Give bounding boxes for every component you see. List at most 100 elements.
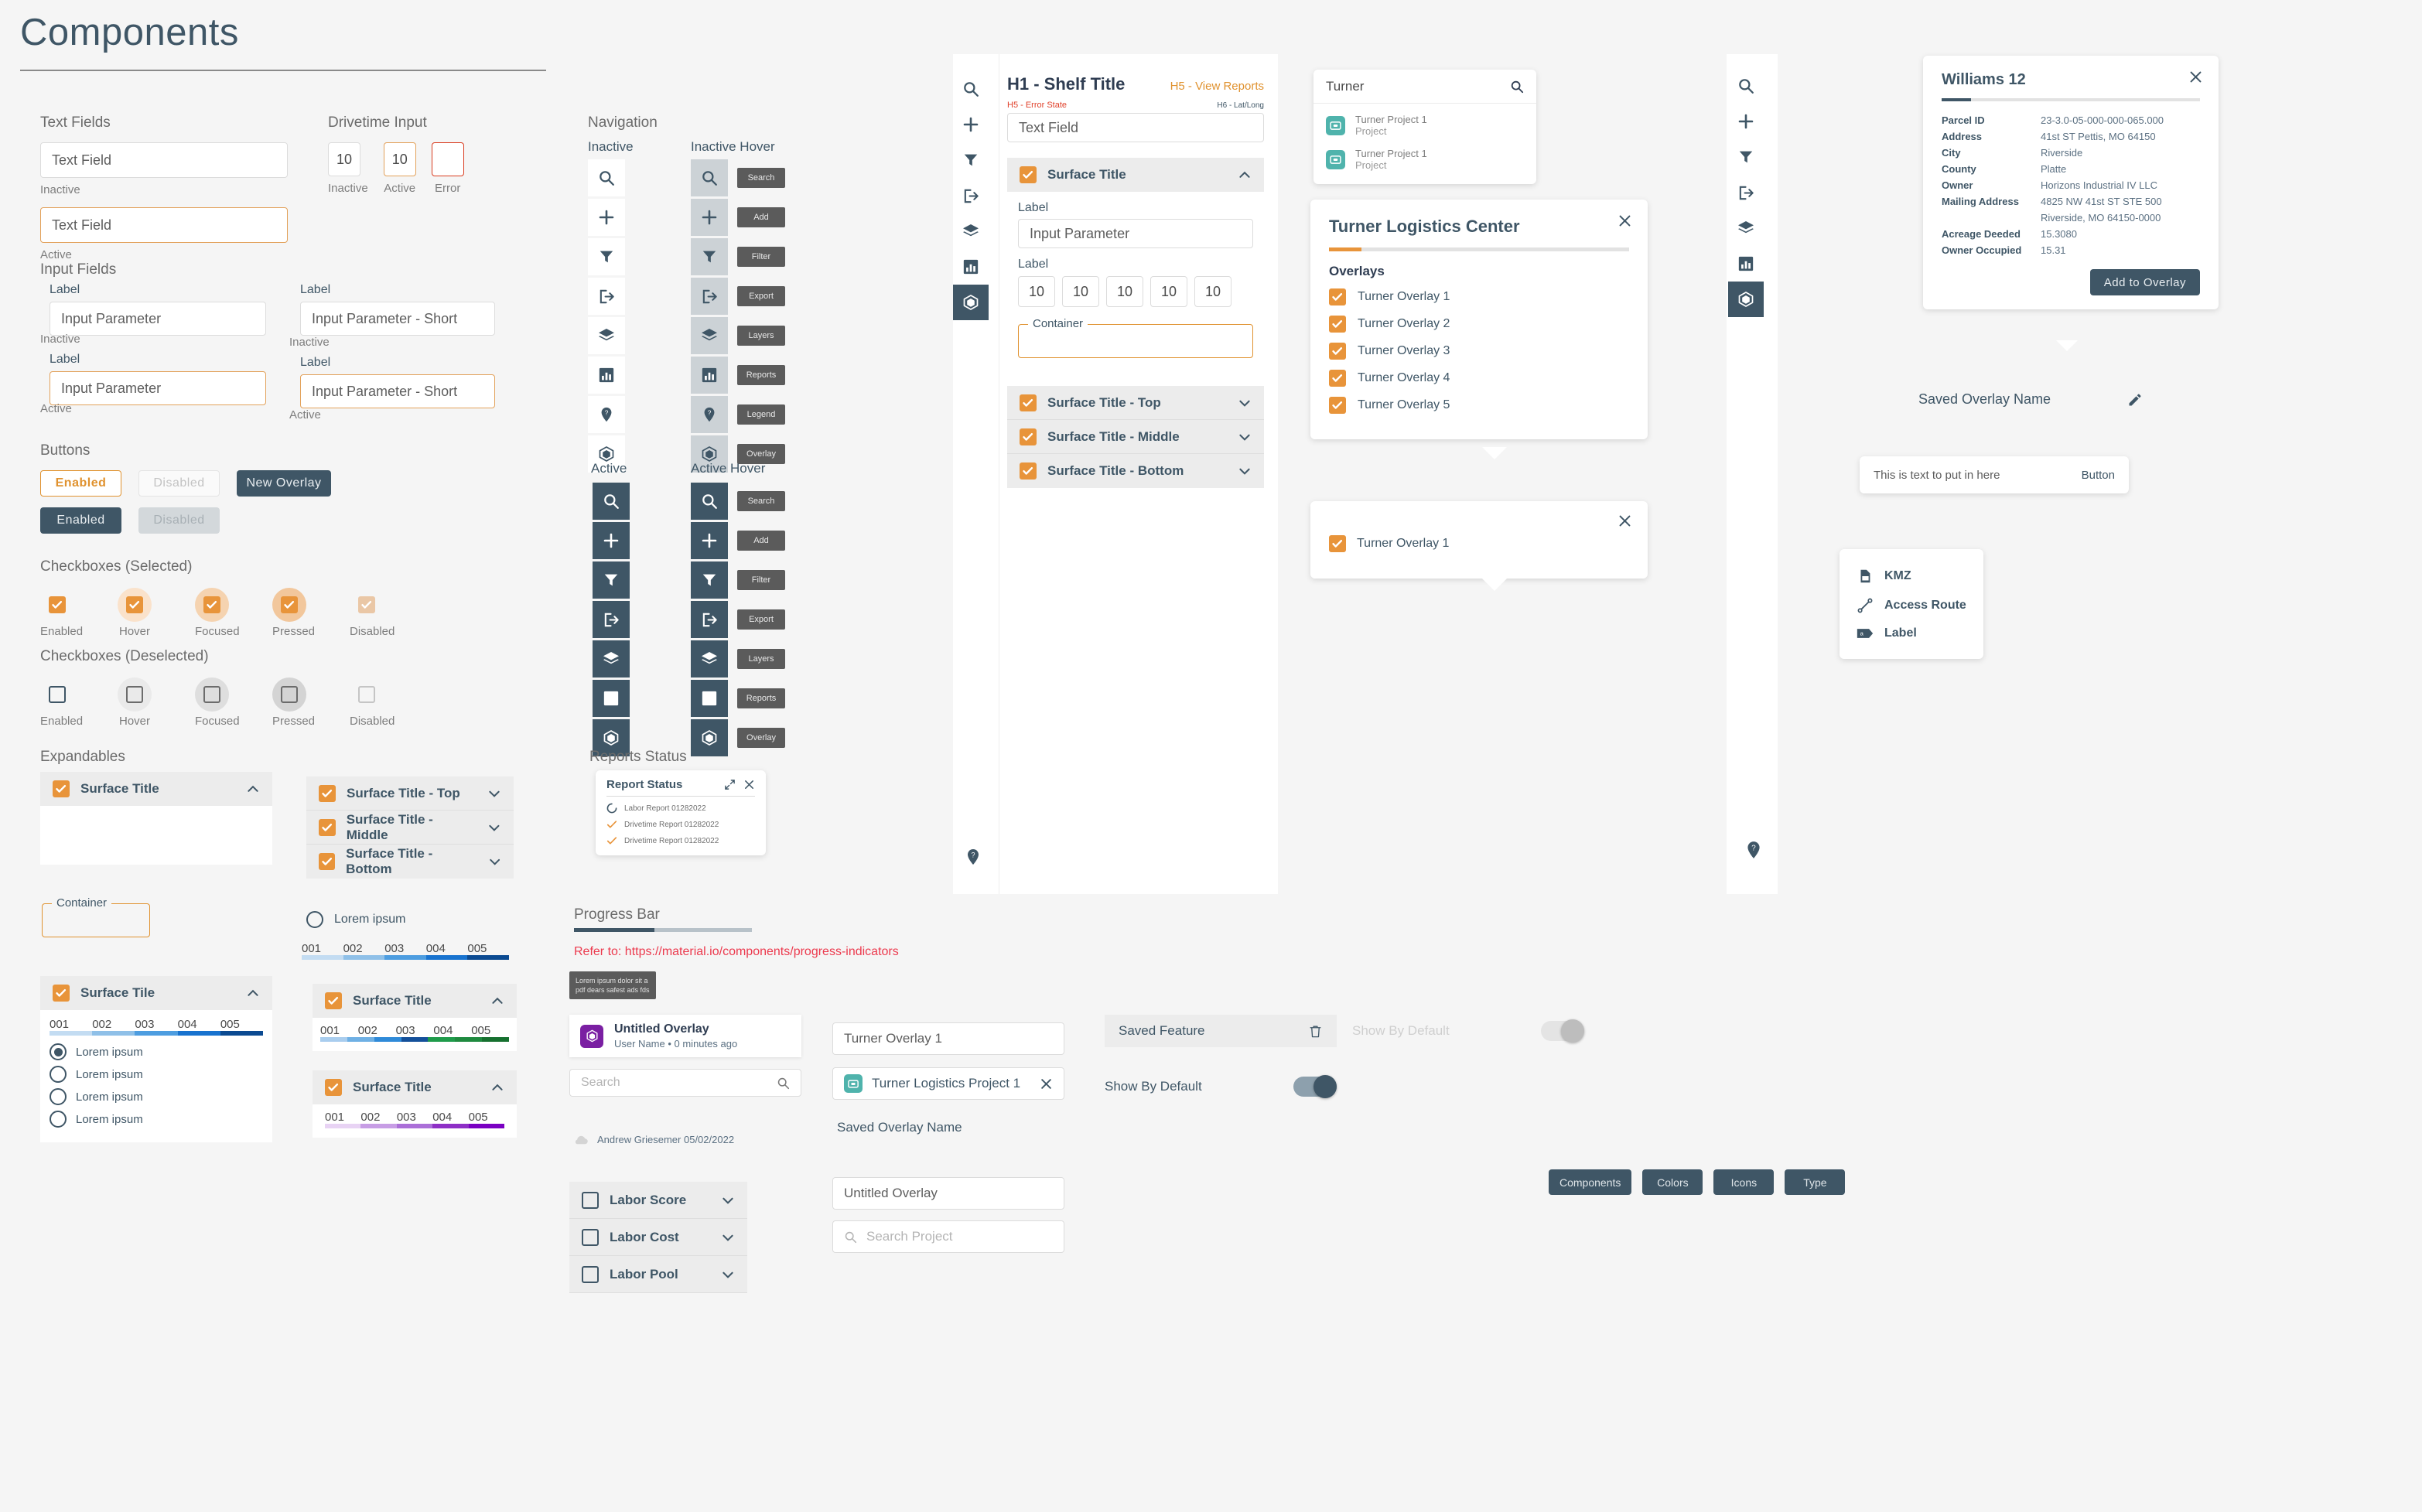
nav-row-search[interactable]: Search [691, 159, 785, 196]
labor-checkbox[interactable] [582, 1265, 599, 1283]
radio-unselected[interactable] [306, 911, 323, 928]
logistics-item-checkbox[interactable] [1329, 288, 1346, 305]
chevron-down-icon[interactable] [721, 1230, 735, 1244]
add-to-overlay-button[interactable]: Add to Overlay [2089, 269, 2200, 295]
stacked-expandable-middle[interactable]: Surface Title - Middle [306, 811, 514, 845]
logistics-item-checkbox[interactable] [1329, 370, 1346, 387]
search-icon[interactable] [691, 159, 728, 196]
stacked-expandable-bottom[interactable]: Surface Title - Bottom [306, 845, 514, 879]
nav-row-reports[interactable] [593, 680, 630, 717]
chevron-down-icon[interactable] [1238, 396, 1252, 410]
stacked-top-checkbox[interactable] [319, 784, 336, 802]
drivetime-input-active[interactable]: 10 [383, 142, 416, 176]
expandable-checkbox[interactable] [53, 780, 70, 797]
chevron-down-icon[interactable] [1238, 464, 1252, 478]
checkbox-deselected-hover[interactable] [126, 686, 143, 703]
shelf-number-input[interactable]: 10 [1194, 276, 1231, 307]
shelf-stacked-bottom-checkbox[interactable] [1020, 462, 1037, 480]
logistics-item[interactable]: Turner Overlay 1 [1329, 288, 1629, 305]
checkbox-selected-focused[interactable] [203, 596, 220, 613]
logistics-item-checkbox[interactable] [1329, 343, 1346, 360]
rail-overlay-icon[interactable] [1728, 282, 1764, 317]
logistics-item[interactable]: Turner Overlay 5 [1329, 397, 1629, 414]
stacked-middle-checkbox[interactable] [319, 818, 336, 836]
nav-row-add[interactable]: Add [691, 199, 785, 236]
logistics-item[interactable]: Turner Overlay 2 [1329, 316, 1629, 333]
scale-purple-header[interactable]: Surface Title [313, 1070, 517, 1104]
button-new-overlay[interactable]: New Overlay [237, 470, 331, 497]
radio-unselected[interactable] [50, 1088, 67, 1105]
lone-radio-row[interactable]: Lorem ipsum [306, 911, 405, 928]
overlay-name-input[interactable]: Turner Overlay 1 [832, 1022, 1064, 1055]
nav-row-reports[interactable] [588, 357, 625, 394]
overlay-search-input[interactable]: Search [569, 1069, 801, 1097]
layers-icon[interactable] [691, 640, 728, 677]
bottom-tab-colors[interactable]: Colors [1642, 1169, 1703, 1195]
radio-option[interactable]: Lorem ipsum [50, 1088, 263, 1105]
project-chip[interactable]: Turner Logistics Project 1 [832, 1067, 1064, 1100]
nav-row-export[interactable]: Export [691, 601, 785, 638]
shelf-text-field[interactable]: Text Field [1007, 113, 1264, 142]
logistics-item[interactable]: Turner Overlay 4 [1329, 370, 1629, 387]
nav-row-export[interactable]: Export [691, 278, 785, 315]
nav-row-layers[interactable] [593, 640, 630, 677]
nav-row-legend[interactable]: ? [588, 396, 625, 433]
expandable-header[interactable]: Surface Title [40, 772, 272, 806]
nav-row-add[interactable] [588, 199, 625, 236]
chevron-up-icon[interactable] [246, 986, 260, 1000]
rail-export-icon[interactable] [953, 178, 989, 213]
radio-option[interactable]: Lorem ipsum [50, 1066, 263, 1083]
shelf-stacked-top-checkbox[interactable] [1020, 394, 1037, 411]
checkbox-deselected-pressed[interactable] [281, 686, 298, 703]
export-icon[interactable] [691, 278, 728, 315]
shelf-view-reports[interactable]: H5 - View Reports [1170, 80, 1264, 93]
checkbox-deselected-enabled[interactable] [49, 686, 66, 703]
shelf-surface-header[interactable]: Surface Title [1007, 158, 1264, 192]
nav-row-search[interactable]: Search [691, 483, 785, 520]
bottom-tab-type[interactable]: Type [1785, 1169, 1846, 1195]
rail-search-icon[interactable] [953, 71, 989, 107]
reports-icon[interactable] [593, 680, 630, 717]
shelf-stacked-middle-checkbox[interactable] [1020, 428, 1037, 445]
surface-tile-checkbox[interactable] [53, 985, 70, 1002]
close-icon[interactable] [743, 779, 755, 790]
reports-icon[interactable] [588, 357, 625, 394]
shelf-number-input[interactable]: 10 [1106, 276, 1143, 307]
nav-row-export[interactable] [593, 601, 630, 638]
shelf-number-input[interactable]: 10 [1150, 276, 1187, 307]
labor-accordion-labor-score[interactable]: Labor Score [569, 1182, 747, 1219]
input-field-4-input[interactable]: Input Parameter - Short [300, 374, 495, 408]
labor-checkbox[interactable] [582, 1191, 599, 1209]
nav-row-filter[interactable]: Filter [691, 238, 785, 275]
right-rail-legend[interactable]: ? [1744, 840, 1764, 864]
nav-row-add[interactable] [593, 522, 630, 559]
reports-icon[interactable] [691, 357, 728, 394]
scale-purple-checkbox[interactable] [325, 1079, 342, 1096]
shelf-rail-legend[interactable]: ? [964, 848, 982, 870]
search-icon[interactable] [1510, 80, 1524, 94]
rail-reports-icon[interactable] [953, 249, 989, 285]
nav-row-search[interactable] [588, 159, 625, 196]
search-icon[interactable] [593, 483, 630, 520]
rail-plus-icon[interactable] [953, 107, 989, 142]
plus-icon[interactable] [691, 522, 728, 559]
nav-row-layers[interactable]: Layers [691, 317, 785, 354]
scale-bg-header[interactable]: Surface Title [313, 984, 517, 1018]
rail-layers-icon[interactable] [953, 213, 989, 249]
shelf-stacked-bottom[interactable]: Surface Title - Bottom [1007, 454, 1264, 488]
nav-row-add[interactable]: Add [691, 522, 785, 559]
chevron-down-icon[interactable] [721, 1268, 735, 1282]
layers-icon[interactable] [691, 317, 728, 354]
small-popup-checkbox[interactable] [1329, 535, 1346, 552]
untitled-overlay-input[interactable]: Untitled Overlay [832, 1177, 1064, 1210]
drivetime-input-inactive[interactable]: 10 [328, 142, 360, 176]
chevron-down-icon[interactable] [1238, 430, 1252, 444]
filter-icon[interactable] [691, 561, 728, 599]
checkbox-selected-pressed[interactable] [281, 596, 298, 613]
chevron-up-icon[interactable] [1238, 168, 1252, 182]
chevron-up-icon[interactable] [490, 1080, 504, 1094]
rail-filter-icon[interactable] [953, 142, 989, 178]
toggle-enabled[interactable] [1293, 1075, 1337, 1098]
nav-row-layers[interactable]: Layers [691, 640, 785, 677]
export-icon[interactable] [593, 601, 630, 638]
